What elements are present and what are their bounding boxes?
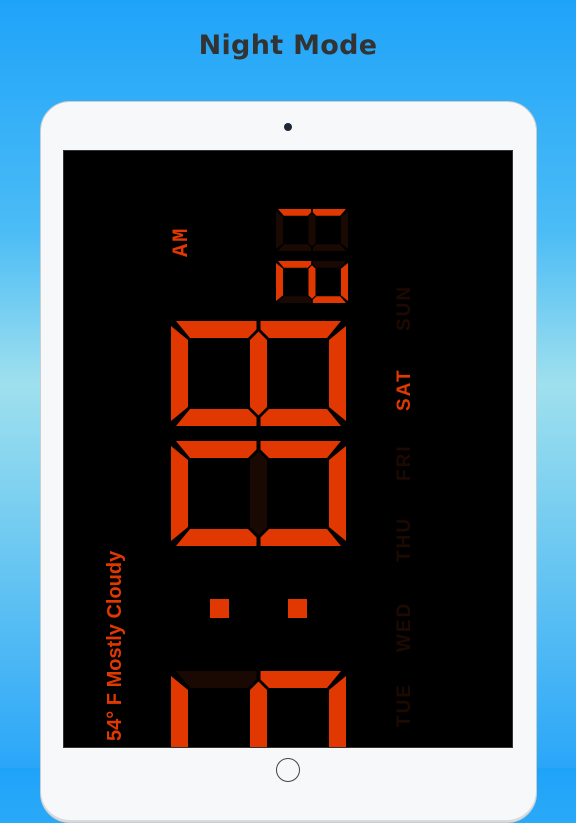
- segment-lower-left: [312, 296, 346, 303]
- colon-dot-top: [210, 599, 229, 618]
- day-thu: THU: [394, 516, 415, 562]
- segment-middle: [250, 331, 267, 416]
- segment-lower-right: [260, 441, 341, 458]
- segment-bottom: [341, 211, 348, 249]
- segment-lower-left: [312, 244, 346, 251]
- page-title: Night Mode: [198, 30, 378, 61]
- colon-dot-bottom: [288, 599, 307, 618]
- hour-digit: [171, 671, 346, 747]
- segment-lower-right: [260, 671, 341, 688]
- segment-middle: [308, 213, 316, 247]
- segment-upper-right: [176, 671, 257, 688]
- segment-middle: [250, 451, 267, 536]
- segment-upper-left: [176, 409, 257, 426]
- seconds-units-digit: [276, 209, 348, 251]
- segment-lower-right: [312, 209, 346, 216]
- camera-icon: [284, 123, 292, 131]
- home-button: [276, 758, 300, 782]
- segment-top: [276, 263, 283, 301]
- segment-bottom: [329, 676, 346, 747]
- segment-lower-left: [260, 529, 341, 546]
- weather-text: 54° F Mostly Cloudy: [104, 550, 126, 741]
- segment-lower-right: [312, 261, 346, 268]
- segment-upper-right: [176, 321, 257, 338]
- segment-upper-right: [176, 441, 257, 458]
- minute-units-digit: [171, 321, 346, 426]
- day-tue: TUE: [394, 683, 415, 727]
- segment-upper-left: [176, 529, 257, 546]
- segment-upper-right: [278, 209, 312, 216]
- seconds-tens-digit: [276, 261, 348, 303]
- segment-top: [171, 326, 188, 421]
- minute-tens-digit: [171, 441, 346, 546]
- day-sat: SAT: [394, 368, 415, 411]
- clock-screen: 54° F Mostly Cloudy AM TUE WED THU FRI S…: [63, 150, 513, 748]
- segment-upper-left: [278, 296, 312, 303]
- segment-top: [171, 446, 188, 541]
- segment-bottom: [329, 446, 346, 541]
- segment-upper-right: [278, 261, 312, 268]
- segment-middle: [308, 265, 316, 299]
- day-sun: SUN: [394, 284, 415, 331]
- day-wed: WED: [394, 601, 415, 652]
- segment-bottom: [329, 326, 346, 421]
- segment-bottom: [341, 263, 348, 301]
- am-pm-indicator: AM: [169, 226, 194, 257]
- segment-lower-right: [260, 321, 341, 338]
- segment-lower-left: [260, 409, 341, 426]
- segment-upper-left: [278, 244, 312, 251]
- segment-middle: [250, 681, 267, 747]
- segment-top: [171, 676, 188, 747]
- day-fri: FRI: [394, 444, 415, 481]
- segment-top: [276, 211, 283, 249]
- clock-display: 54° F Mostly Cloudy AM TUE WED THU FRI S…: [64, 151, 512, 747]
